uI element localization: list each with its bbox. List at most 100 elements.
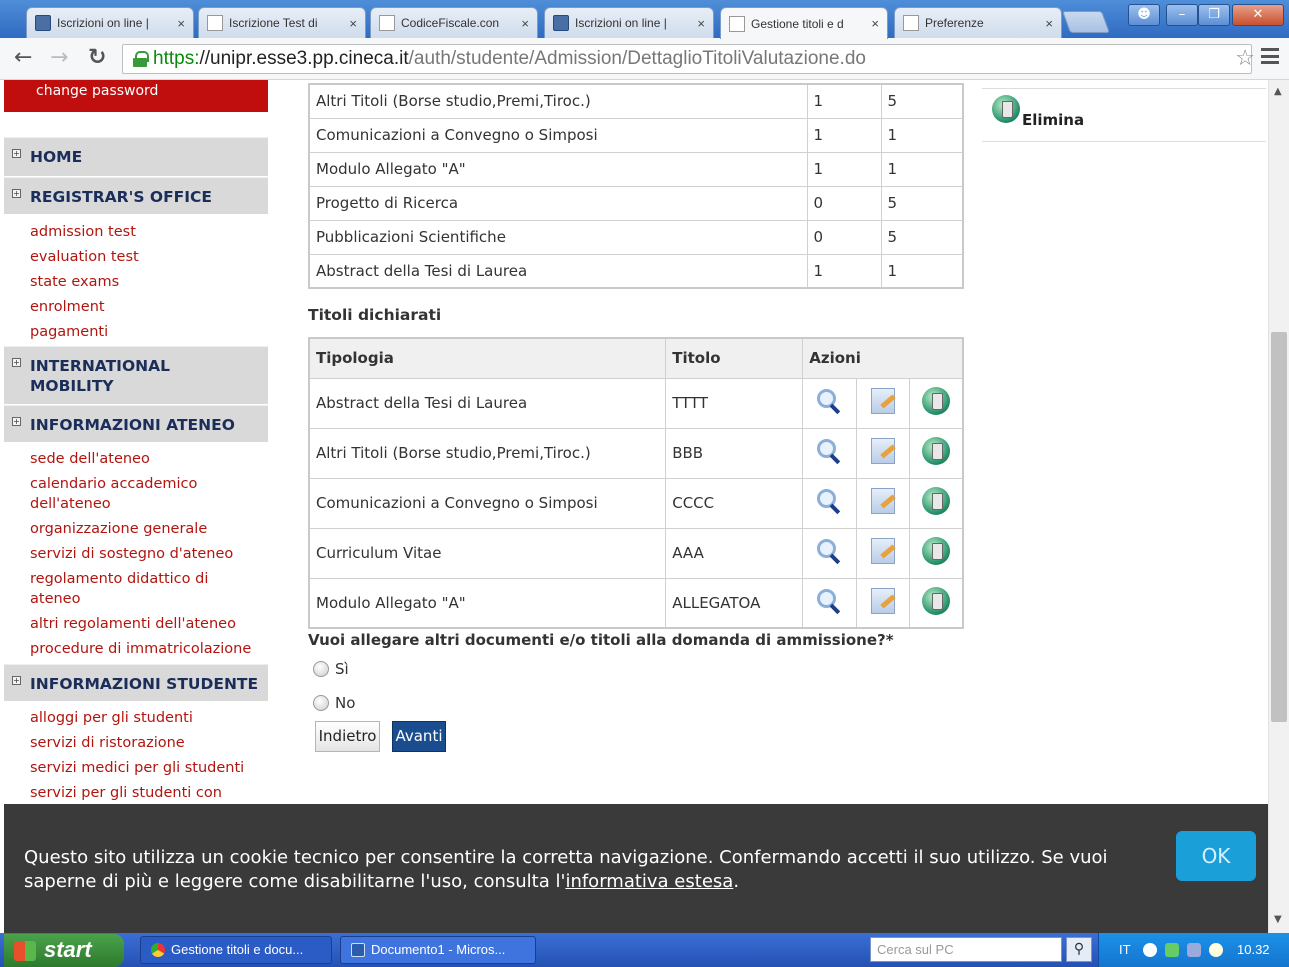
window-close-icon[interactable]: ✕: [1232, 4, 1284, 26]
summary-count: 1: [806, 83, 882, 119]
registrars-office-links: admission test evaluation test state exa…: [30, 222, 266, 347]
edit-icon[interactable]: [870, 488, 895, 514]
monitor-icon[interactable]: [1187, 943, 1201, 957]
language-indicator[interactable]: IT: [1119, 942, 1131, 957]
sidebar-link[interactable]: enrolment: [30, 297, 266, 317]
scroll-up-arrow-icon[interactable]: ▲: [1274, 86, 1282, 97]
view-magnifier-icon[interactable]: [816, 388, 842, 414]
summary-tipologia: Altri Titoli (Borse studio,Premi,Tiroc.): [308, 83, 808, 119]
summary-tipologia: Comunicazioni a Convegno o Simposi: [308, 117, 808, 153]
sidebar-link[interactable]: servizi di sostegno d'ateneo: [30, 544, 266, 564]
browser-tab-4[interactable]: Iscrizioni on line | ×: [544, 7, 714, 38]
url-path: /auth/studente/Admission/DettaglioTitoli…: [408, 48, 866, 69]
close-icon[interactable]: ×: [521, 16, 529, 31]
volume-icon[interactable]: [1209, 943, 1223, 957]
user-profile-icon[interactable]: ☻: [1128, 4, 1160, 26]
page-favicon-icon: [207, 15, 223, 31]
sidebar-link[interactable]: servizi medici per gli studenti: [30, 758, 266, 778]
url-host: //unipr.esse3.pp.cineca.it: [199, 48, 409, 69]
table-row: Comunicazioni a Convegno o Simposi 1 1: [308, 117, 964, 153]
header-tipologia: Tipologia: [308, 337, 667, 379]
sidebar-link[interactable]: sede dell'ateneo: [30, 449, 266, 469]
reload-icon[interactable]: ↻: [88, 46, 106, 70]
view-magnifier-icon[interactable]: [816, 438, 842, 464]
radio-option-si[interactable]: Sì: [313, 660, 349, 678]
taskbar-item-chrome[interactable]: Gestione titoli e docu...: [140, 936, 332, 964]
scroll-down-arrow-icon[interactable]: ▼: [1274, 914, 1282, 925]
sidebar-link[interactable]: regolamento didattico di ateneo: [30, 569, 220, 609]
radio-button[interactable]: [313, 695, 329, 711]
browser-tab-5-active[interactable]: Gestione titoli e d ×: [720, 7, 888, 39]
sidebar-section-label: REGISTRAR'S OFFICE: [30, 188, 213, 206]
taskbar-search-input[interactable]: Cerca sul PC: [870, 937, 1062, 962]
sidebar-link[interactable]: servizi di ristorazione: [30, 733, 266, 753]
address-bar[interactable]: https://unipr.esse3.pp.cineca.it/auth/st…: [122, 44, 1252, 74]
close-icon[interactable]: ×: [349, 16, 357, 31]
network-icon[interactable]: [1165, 943, 1179, 957]
sidebar-link[interactable]: state exams: [30, 272, 266, 292]
browser-tab-3[interactable]: CodiceFiscale.con ×: [370, 7, 538, 38]
view-magnifier-icon[interactable]: [816, 538, 842, 564]
delete-icon[interactable]: [922, 586, 951, 615]
sidebar-section-international-mobility[interactable]: + INTERNATIONAL MOBILITY: [4, 346, 268, 404]
sidebar-link[interactable]: pagamenti: [30, 322, 266, 342]
new-tab-button[interactable]: [1061, 11, 1111, 33]
browser-tab-6[interactable]: Preferenze ×: [894, 7, 1062, 38]
close-icon[interactable]: ×: [871, 16, 879, 31]
delete-icon[interactable]: [922, 387, 951, 415]
edit-icon[interactable]: [870, 538, 895, 564]
sidebar-link[interactable]: evaluation test: [30, 247, 266, 267]
page-scrollbar[interactable]: ▲ ▼: [1268, 80, 1289, 933]
row-titolo: TTTT: [665, 377, 804, 429]
sidebar-section-informazioni-studente[interactable]: + INFORMAZIONI STUDENTE: [4, 664, 268, 701]
start-button[interactable]: start: [4, 934, 124, 967]
taskbar-item-word[interactable]: Documento1 - Micros...: [340, 936, 536, 964]
table-row: Altri Titoli (Borse studio,Premi,Tiroc.)…: [308, 427, 964, 479]
minimize-icon[interactable]: –: [1166, 4, 1198, 26]
cookie-policy-link[interactable]: informativa estesa: [565, 871, 733, 892]
summary-tipologia: Modulo Allegato "A": [308, 151, 808, 187]
restore-icon[interactable]: ❐: [1198, 4, 1230, 26]
sidebar-link[interactable]: altri regolamenti dell'ateneo: [30, 614, 266, 634]
delete-icon[interactable]: [922, 437, 951, 465]
bookmark-star-icon[interactable]: ☆: [1235, 46, 1255, 71]
tray-arrow-icon[interactable]: [1143, 943, 1157, 957]
forward-arrow-icon[interactable]: →: [50, 46, 68, 70]
sidebar-link[interactable]: organizzazione generale: [30, 519, 266, 539]
search-icon[interactable]: ⚲: [1066, 937, 1092, 962]
edit-icon[interactable]: [870, 438, 895, 464]
radio-option-no[interactable]: No: [313, 694, 355, 712]
close-icon[interactable]: ×: [1045, 16, 1053, 31]
scrollbar-thumb[interactable]: [1271, 332, 1287, 722]
sidebar-section-home[interactable]: + HOME: [4, 137, 268, 176]
sidebar-section-informazioni-ateneo[interactable]: + INFORMAZIONI ATENEO: [4, 405, 268, 442]
page-favicon-icon: [379, 15, 395, 31]
table-row: Modulo Allegato "A" 1 1: [308, 151, 964, 187]
browser-menu-icon[interactable]: [1261, 48, 1279, 64]
sidebar-section-registrars-office[interactable]: + REGISTRAR'S OFFICE: [4, 177, 268, 214]
delete-icon[interactable]: [922, 537, 951, 565]
delete-icon[interactable]: [922, 487, 951, 515]
sidebar-link[interactable]: alloggi per gli studenti: [30, 708, 266, 728]
sidebar-link[interactable]: calendario accademico dell'ateneo: [30, 474, 220, 514]
back-arrow-icon[interactable]: ←: [14, 46, 32, 70]
back-button[interactable]: Indietro: [315, 721, 380, 752]
table-row: Curriculum Vitae AAA: [308, 527, 964, 579]
cookie-ok-button[interactable]: OK: [1176, 831, 1256, 881]
change-password-link[interactable]: change password: [4, 80, 268, 112]
sidebar-link[interactable]: servizi per gli studenti con: [30, 783, 266, 803]
row-tipologia: Altri Titoli (Borse studio,Premi,Tiroc.): [308, 427, 667, 479]
summary-count: 0: [806, 185, 882, 221]
edit-icon[interactable]: [870, 388, 895, 414]
sidebar-link[interactable]: procedure di immatricolazione: [30, 639, 266, 659]
radio-button[interactable]: [313, 661, 329, 677]
sidebar-link[interactable]: admission test: [30, 222, 266, 242]
browser-tab-2[interactable]: Iscrizione Test di ×: [198, 7, 366, 38]
close-icon[interactable]: ×: [177, 16, 185, 31]
view-magnifier-icon[interactable]: [816, 488, 842, 514]
view-magnifier-icon[interactable]: [816, 588, 842, 614]
next-button[interactable]: Avanti: [392, 721, 446, 752]
close-icon[interactable]: ×: [697, 16, 705, 31]
edit-icon[interactable]: [870, 587, 895, 614]
browser-tab-1[interactable]: Iscrizioni on line | ×: [26, 7, 194, 38]
